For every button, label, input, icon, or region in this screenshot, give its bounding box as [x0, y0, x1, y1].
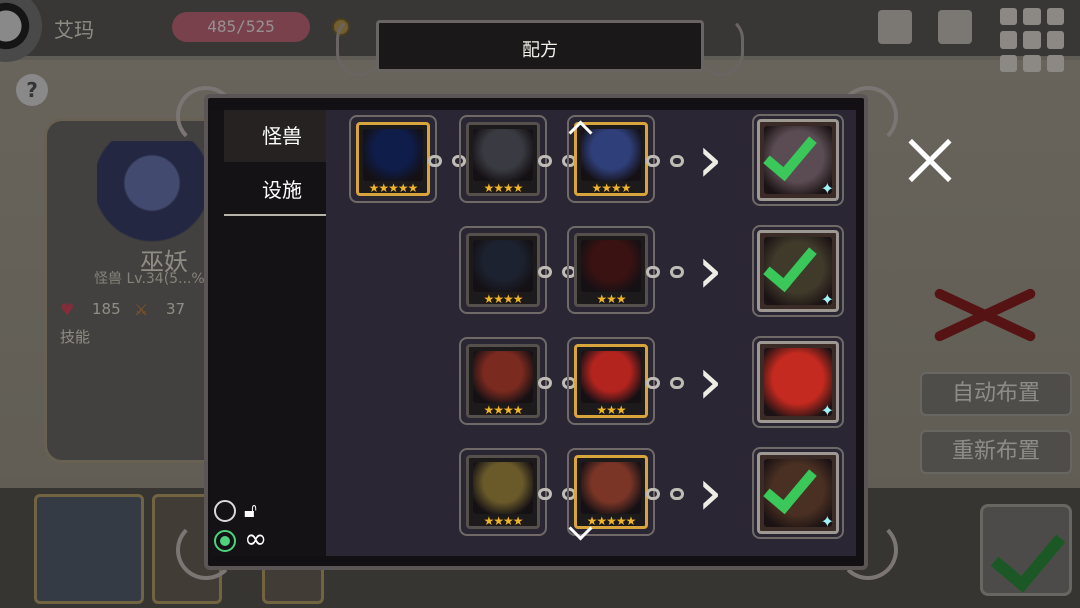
filter-toggles: 🔓︎ ∞	[214, 496, 304, 556]
gem-icon: ✦	[820, 512, 834, 531]
ingredient-card-dark-skeleton[interactable]: ★★★★	[466, 122, 540, 196]
star-rating: ★★★★★	[368, 181, 419, 195]
result-card-dark-knight-result[interactable]: ✦	[757, 230, 839, 312]
close-icon[interactable]	[904, 136, 956, 188]
fire-girl-icon	[473, 351, 533, 403]
ingredient-card-fire-girl[interactable]: ★★★★	[466, 344, 540, 418]
star-rating: ★★★★	[483, 403, 523, 417]
arrow-right-icon: ›	[697, 234, 723, 308]
star-rating: ★★★★	[483, 181, 523, 195]
star-rating: ★★★	[596, 403, 626, 417]
red-warrior-icon	[581, 462, 641, 514]
gem-icon: ✦	[820, 401, 834, 420]
lich-witch-icon	[581, 129, 641, 181]
recipe-tabs: 怪兽 设施	[210, 110, 326, 556]
gem-icon: ✦	[820, 290, 834, 309]
radio-locked[interactable]	[214, 500, 236, 522]
dark-girl-icon	[473, 240, 533, 292]
ingredient-card-dark-girl[interactable]: ★★★★	[466, 233, 540, 307]
tab-monster[interactable]: 怪兽	[224, 110, 326, 162]
tab-facility[interactable]: 设施	[224, 164, 326, 216]
arrow-right-icon: ›	[697, 456, 723, 530]
star-rating: ★★★★	[483, 292, 523, 306]
chain-link-icon	[646, 154, 684, 168]
lock-icon: 🔓︎	[244, 498, 257, 522]
star-rating: ★★★★	[591, 181, 631, 195]
arrow-right-icon: ›	[697, 123, 723, 197]
infinity-icon: ∞	[244, 522, 268, 555]
result-card-shadow-result[interactable]: ✦	[757, 119, 839, 201]
scroll-up-icon[interactable]	[566, 118, 596, 134]
radio-infinite[interactable]	[214, 530, 236, 552]
chain-link-icon	[646, 376, 684, 390]
ingredient-card-red-dragon-dark[interactable]: ★★★	[574, 233, 648, 307]
title-ornament	[698, 16, 744, 76]
flower-fairy-icon	[473, 462, 533, 514]
red-dragon-dark-icon	[581, 240, 641, 292]
arrow-right-icon: ›	[697, 345, 723, 419]
ingredient-card-hooded-ghost[interactable]: ★★★★★	[356, 122, 430, 196]
red-dragon-icon	[581, 351, 641, 403]
scroll-down-icon[interactable]	[566, 524, 596, 540]
dialog-title-bar: 配方	[376, 20, 704, 72]
chain-link-icon	[646, 487, 684, 501]
ingredient-card-flower-fairy[interactable]: ★★★★	[466, 455, 540, 529]
dialog-title: 配方	[522, 40, 558, 61]
hooded-ghost-icon	[363, 129, 423, 181]
star-rating: ★★★★	[483, 514, 523, 528]
chain-link-icon	[646, 265, 684, 279]
star-rating: ★★★	[596, 292, 626, 306]
gem-icon: ✦	[820, 179, 834, 198]
ingredient-card-red-warrior[interactable]: ★★★★★	[574, 455, 648, 529]
dark-skeleton-icon	[473, 129, 533, 181]
ingredient-card-red-dragon[interactable]: ★★★	[574, 344, 648, 418]
result-card-flame-maiden-result[interactable]: ✦	[757, 341, 839, 423]
result-card-rose-result[interactable]: ✦	[757, 452, 839, 534]
